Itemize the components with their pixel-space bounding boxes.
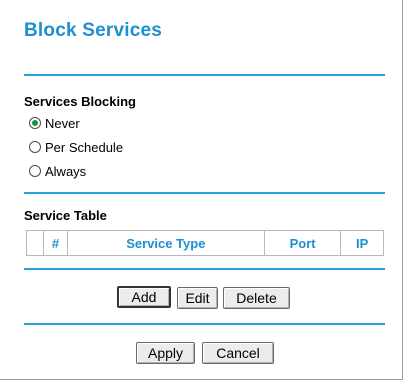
column-header-ip: IP <box>340 230 384 256</box>
column-header-select <box>25 230 45 256</box>
radio-option-always[interactable]: Always <box>29 162 86 180</box>
cancel-button[interactable]: Cancel <box>202 342 274 364</box>
add-button[interactable]: Add <box>117 286 171 308</box>
radio-label-per-schedule: Per Schedule <box>45 139 124 155</box>
column-header-number: # <box>43 230 68 256</box>
delete-button[interactable]: Delete <box>223 287 290 309</box>
radio-button-always[interactable] <box>29 165 41 177</box>
radio-option-never[interactable]: Never <box>29 114 80 132</box>
radio-button-per-schedule[interactable] <box>29 141 41 153</box>
radio-button-never[interactable] <box>29 117 41 129</box>
radio-label-never: Never <box>45 115 80 131</box>
service-table-label: Service Table <box>24 208 107 223</box>
column-header-service-type: Service Type <box>66 230 265 256</box>
divider <box>24 192 385 194</box>
edit-button[interactable]: Edit <box>177 287 218 309</box>
apply-button[interactable]: Apply <box>136 342 195 364</box>
divider <box>24 323 385 325</box>
page-title: Block Services <box>24 20 162 41</box>
divider <box>24 268 385 270</box>
service-table: # Service Type Port IP <box>25 230 384 256</box>
radio-selected-dot <box>32 120 38 126</box>
column-header-port: Port <box>263 230 342 256</box>
window-edge <box>404 0 419 382</box>
radio-option-per-schedule[interactable]: Per Schedule <box>29 138 123 156</box>
services-blocking-label: Services Blocking <box>24 94 136 109</box>
table-header-row: # Service Type Port IP <box>25 230 384 256</box>
divider <box>24 74 385 76</box>
radio-label-always: Always <box>45 163 87 179</box>
